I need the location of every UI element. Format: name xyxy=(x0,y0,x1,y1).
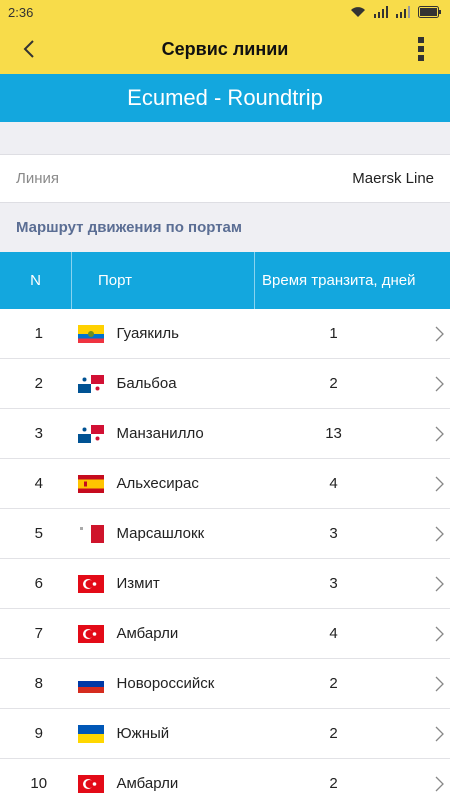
transit-days: 2 xyxy=(329,675,338,692)
chevron-left-icon xyxy=(23,40,34,58)
transit-days: 2 xyxy=(329,725,338,742)
transit-days: 2 xyxy=(329,775,338,792)
battery-icon xyxy=(418,6,441,18)
ukraine-flag-icon xyxy=(77,723,104,745)
ports-list: 1 Гуаякиль 1 2 Бальбоа 2 3 Манзанилло 13… xyxy=(0,309,450,800)
route-section-header: Маршрут движения по портам xyxy=(0,203,450,252)
transit-days: 13 xyxy=(325,425,342,442)
table-row[interactable]: 10 Амбарли 2 xyxy=(0,759,450,800)
table-row[interactable]: 3 Манзанилло 13 xyxy=(0,409,450,459)
row-number: 9 xyxy=(34,725,43,742)
port-name: Амбарли xyxy=(116,625,179,642)
table-row[interactable]: 8 Новороссийск 2 xyxy=(0,659,450,709)
transit-days: 4 xyxy=(329,475,338,492)
chevron-right-icon xyxy=(375,626,450,642)
chevron-right-icon xyxy=(375,726,450,742)
line-value: Maersk Line xyxy=(352,170,434,187)
port-name: Измит xyxy=(116,575,160,592)
row-number: 6 xyxy=(34,575,43,592)
port-name: Южный xyxy=(116,725,170,742)
row-number: 7 xyxy=(34,625,43,642)
more-vert-icon xyxy=(418,37,424,61)
app-bar: Сервис линии xyxy=(0,24,450,74)
russia-flag-icon xyxy=(77,673,104,695)
chevron-right-icon xyxy=(375,326,450,342)
chevron-right-icon xyxy=(375,576,450,592)
chevron-right-icon xyxy=(375,476,450,492)
status-bar: 2:36 xyxy=(0,0,450,24)
column-header-n: N xyxy=(0,252,72,309)
table-row[interactable]: 6 Измит 3 xyxy=(0,559,450,609)
line-label: Линия xyxy=(16,170,60,187)
port-name: Новороссийск xyxy=(116,675,215,692)
transit-days: 4 xyxy=(329,625,338,642)
port-name: Манзанилло xyxy=(116,425,204,442)
table-header: N Порт Время транзита, дней xyxy=(0,252,450,309)
wifi-icon xyxy=(351,7,365,17)
port-name: Бальбоа xyxy=(116,375,177,392)
malta-flag-icon xyxy=(77,523,104,545)
chevron-right-icon xyxy=(375,426,450,442)
panama-flag-icon xyxy=(77,373,104,395)
table-row[interactable]: 9 Южный 2 xyxy=(0,709,450,759)
port-name: Альхесирас xyxy=(116,475,199,492)
row-number: 10 xyxy=(30,775,48,792)
turkey-flag-icon xyxy=(77,773,104,795)
table-row[interactable]: 1 Гуаякиль 1 xyxy=(0,309,450,359)
chevron-right-icon xyxy=(375,776,450,792)
panama-flag-icon xyxy=(77,423,104,445)
row-number: 2 xyxy=(34,375,43,392)
row-number: 8 xyxy=(34,675,43,692)
signal-icon xyxy=(396,6,410,18)
chevron-right-icon xyxy=(375,376,450,392)
line-info-row: Линия Maersk Line xyxy=(0,155,450,203)
back-button[interactable] xyxy=(0,24,58,74)
port-name: Марсашлокк xyxy=(116,525,205,542)
table-row[interactable]: 2 Бальбоа 2 xyxy=(0,359,450,409)
chevron-right-icon xyxy=(375,526,450,542)
status-time: 2:36 xyxy=(8,4,34,20)
row-number: 5 xyxy=(34,525,43,542)
column-header-port: Порт xyxy=(72,252,255,309)
chevron-right-icon xyxy=(375,676,450,692)
spain-flag-icon xyxy=(77,473,104,495)
table-row[interactable]: 5 Марсашлокк 3 xyxy=(0,509,450,559)
port-name: Амбарли xyxy=(116,775,179,792)
status-icons xyxy=(350,6,442,18)
page-title: Сервис линии xyxy=(161,38,289,59)
column-header-transit: Время транзита, дней xyxy=(262,272,416,289)
signal-icon xyxy=(374,6,388,18)
turkey-flag-icon xyxy=(77,623,104,645)
row-number: 1 xyxy=(34,325,43,342)
table-row[interactable]: 7 Амбарли 4 xyxy=(0,609,450,659)
spacer xyxy=(0,122,450,155)
more-menu-button[interactable] xyxy=(392,24,450,74)
turkey-flag-icon xyxy=(77,573,104,595)
transit-days: 1 xyxy=(329,325,338,342)
row-number: 3 xyxy=(34,425,43,442)
table-row[interactable]: 4 Альхесирас 4 xyxy=(0,459,450,509)
service-banner: Ecumed - Roundtrip xyxy=(0,74,450,122)
transit-days: 3 xyxy=(329,525,338,542)
row-number: 4 xyxy=(34,475,43,492)
transit-days: 2 xyxy=(329,375,338,392)
ecuador-flag-icon xyxy=(77,323,104,345)
port-name: Гуаякиль xyxy=(116,325,179,342)
transit-days: 3 xyxy=(329,575,338,592)
